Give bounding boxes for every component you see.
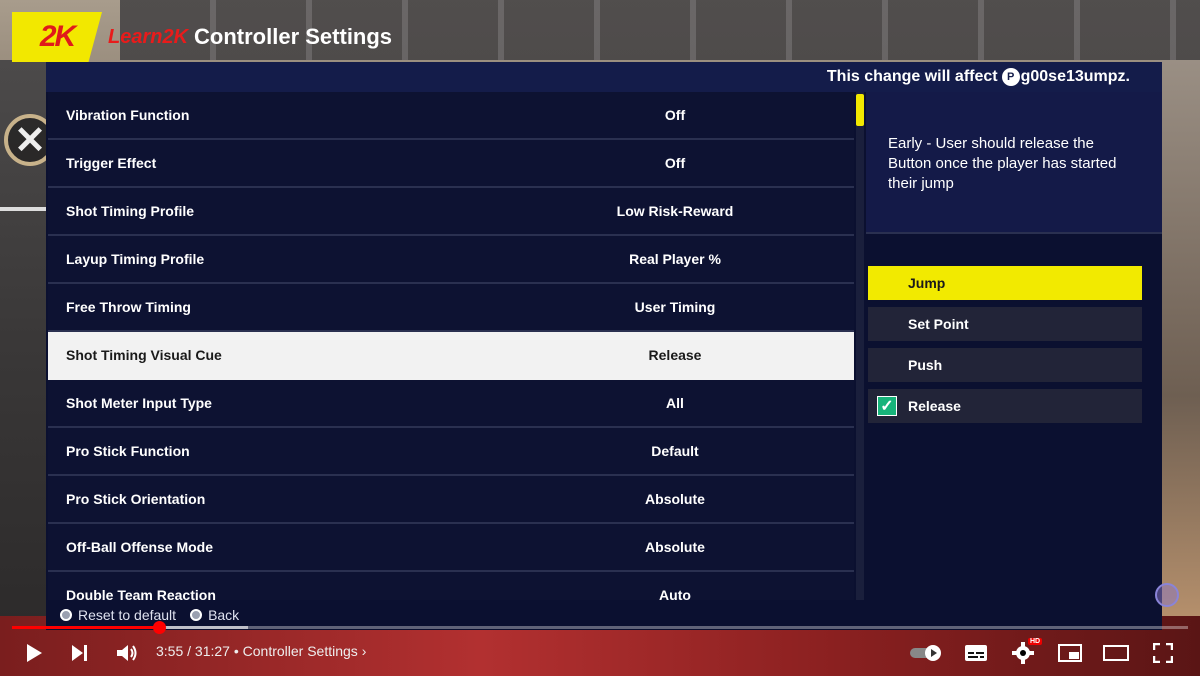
setting-label: Off-Ball Offense Mode [66, 539, 214, 555]
setting-value: Off [664, 155, 686, 171]
setting-row[interactable]: Layup Timing Profile Real Player % [48, 236, 854, 284]
chevron-right-icon[interactable]: › [362, 643, 367, 659]
setting-value: Absolute [645, 539, 705, 555]
option-label: Set Point [908, 316, 969, 332]
affect-prefix: This change will affect [826, 68, 998, 85]
volume-icon[interactable] [112, 634, 142, 672]
setting-label: Vibration Function [66, 107, 190, 123]
square-button-icon [60, 609, 72, 621]
setting-row[interactable]: Off-Ball Offense Mode Absolute [48, 524, 854, 572]
setting-value: All [666, 395, 684, 411]
option-panel: Early - User should release the Button o… [866, 92, 1162, 600]
setting-row[interactable]: Shot Timing Profile Low Risk-Reward [48, 188, 854, 236]
subtitles-icon[interactable] [962, 634, 990, 672]
setting-value: Auto [659, 587, 691, 600]
affect-bar: This change will affect P g00se13umpz. [46, 62, 1162, 92]
setting-value: Real Player % [629, 251, 721, 267]
setting-value: Low Risk-Reward [616, 203, 734, 219]
play-icon[interactable] [20, 634, 48, 672]
setting-row[interactable]: Pro Stick Function Default [48, 428, 854, 476]
time-display: 3:55 / 31:27 • Controller Settings › [156, 643, 366, 659]
miniplayer-icon[interactable] [1056, 634, 1084, 672]
autoplay-toggle-icon[interactable] [908, 634, 944, 672]
option-item[interactable]: Jump [868, 266, 1142, 300]
setting-label: Layup Timing Profile [66, 251, 205, 267]
account-name: g00se13umpz. [1020, 68, 1130, 85]
setting-row[interactable]: Double Team Reaction Auto [48, 572, 854, 600]
back-button[interactable]: Back [190, 607, 239, 623]
settings-panel: This change will affect P g00se13umpz. V… [46, 62, 1162, 630]
setting-value: Off [664, 107, 686, 123]
setting-label: Shot Meter Input Type [66, 395, 212, 411]
back-label: Back [208, 607, 240, 623]
option-label: Push [908, 357, 943, 373]
setting-row[interactable]: Shot Timing Visual Cue Release [48, 332, 854, 380]
setting-label: Shot Timing Visual Cue [66, 347, 222, 363]
setting-row[interactable]: Free Throw Timing User Timing [48, 284, 854, 332]
option-label: Jump [908, 275, 946, 291]
progress-played [12, 626, 159, 629]
overlay-corner-icon [1155, 583, 1179, 607]
setting-label: Trigger Effect [66, 155, 157, 171]
option-item[interactable]: Set Point [868, 307, 1142, 341]
brand-label: Learn2K [108, 25, 189, 48]
chapter-title[interactable]: • Controller Settings [234, 643, 358, 659]
hd-badge: HD [1028, 638, 1043, 645]
setting-row[interactable]: Trigger Effect Off [48, 140, 854, 188]
time-text: 3:55 / 31:27 [156, 643, 230, 659]
progress-buffered [158, 626, 248, 629]
setting-row[interactable]: Vibration Function Off [48, 92, 854, 140]
setting-value: Absolute [645, 491, 705, 507]
setting-value: Release [648, 347, 702, 363]
settings-scrollbar[interactable] [856, 92, 864, 600]
playstation-icon: P [1001, 68, 1020, 86]
setting-label: Pro Stick Orientation [66, 491, 206, 507]
next-icon[interactable] [66, 634, 94, 672]
video-progress-bar[interactable] [12, 626, 1188, 629]
option-description: Early - User should release the Button o… [866, 92, 1162, 234]
left-divider [0, 207, 46, 211]
scrollbar-thumb[interactable] [856, 94, 864, 126]
progress-scrubber[interactable] [153, 621, 166, 634]
setting-row[interactable]: Pro Stick Orientation Absolute [48, 476, 854, 524]
setting-label: Pro Stick Function [66, 443, 190, 459]
option-label: Release [908, 398, 961, 414]
option-item[interactable]: ✓ Release [868, 389, 1142, 423]
fullscreen-icon[interactable] [1150, 634, 1176, 672]
setting-value: Default [651, 443, 699, 459]
setting-label: Shot Timing Profile [66, 203, 195, 219]
game-header: 2K Learn2K Controller Settings [12, 12, 407, 62]
circle-button-icon [190, 609, 203, 621]
2k-logo: 2K [12, 12, 102, 62]
checkmark-icon: ✓ [877, 396, 897, 416]
page-title: Controller Settings [194, 24, 393, 49]
player-controls: 3:55 / 31:27 • Controller Settings › HD [0, 634, 1200, 676]
setting-label: Double Team Reaction [66, 587, 216, 600]
setting-label: Free Throw Timing [66, 299, 191, 315]
setting-value: User Timing [634, 299, 716, 315]
theater-mode-icon[interactable] [1102, 634, 1130, 672]
settings-list: Vibration Function Off Trigger Effect Off Sh… [48, 92, 854, 600]
setting-row[interactable]: Shot Meter Input Type All [48, 380, 854, 428]
option-item[interactable]: Push [868, 348, 1142, 382]
